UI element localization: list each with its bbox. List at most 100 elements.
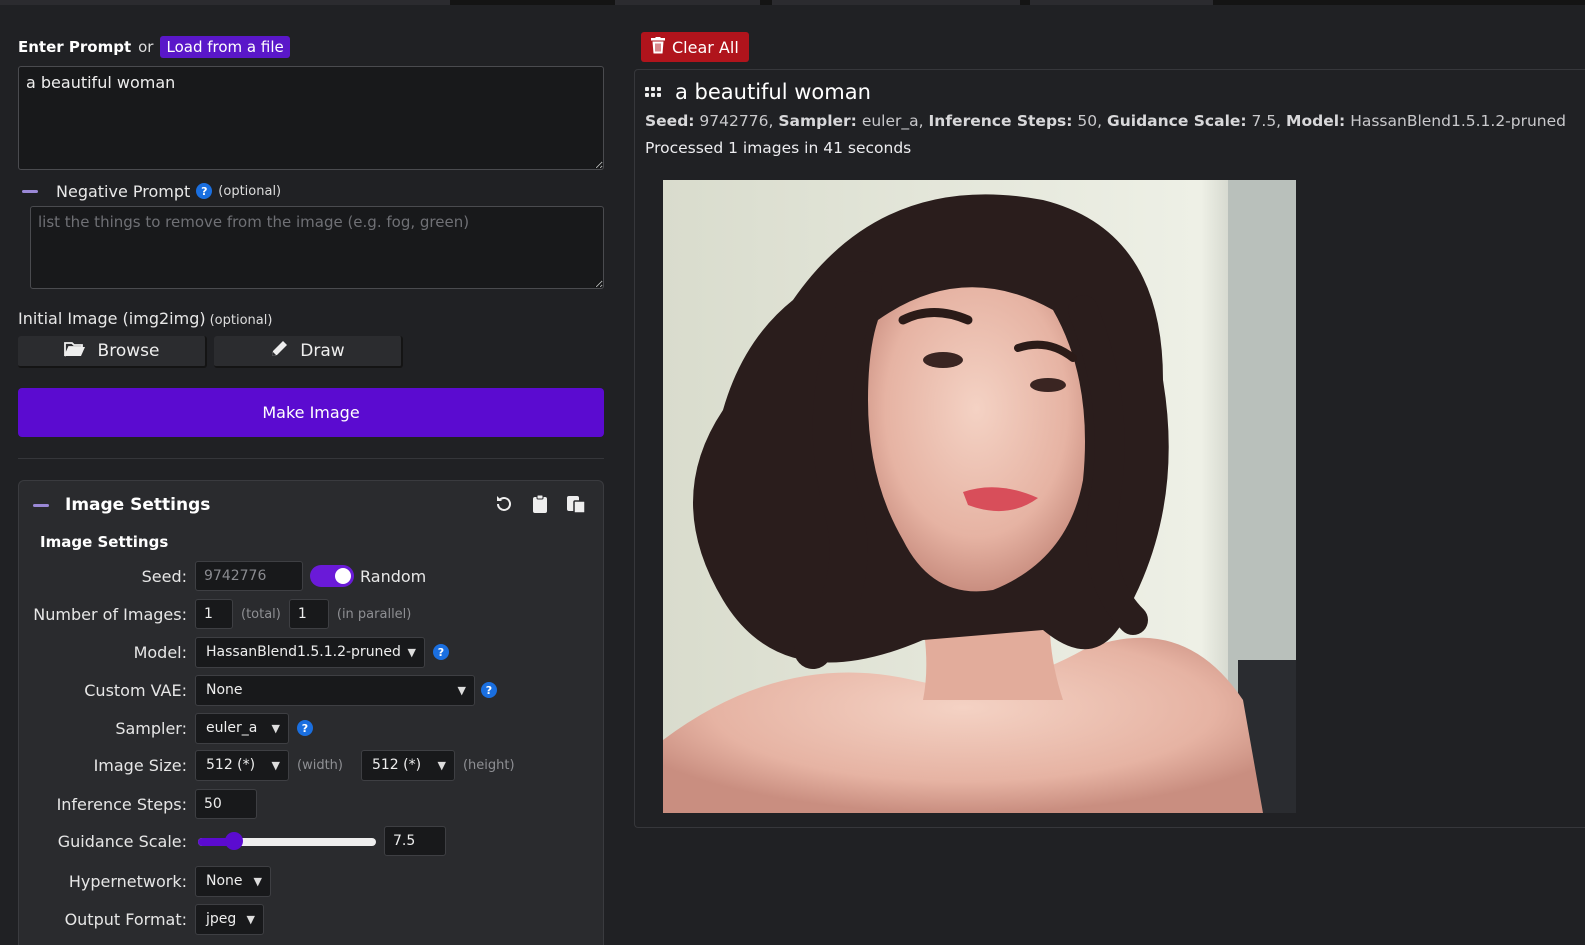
folder-open-icon [63,340,86,363]
num-images-parallel-input[interactable]: 1 [288,599,329,629]
image-settings-subheader: Image Settings [40,533,169,551]
output-format-select[interactable]: jpeg ▼ [195,903,264,935]
guidance-scale-slider[interactable] [198,832,376,850]
slider-thumb[interactable] [224,832,243,850]
result-title: a beautiful woman [675,80,871,104]
image-settings-panel: Image Settings Image Settings Seed: 9742… [18,480,604,945]
meta-sampler-label: Sampler: [778,112,857,130]
help-icon[interactable]: ? [297,720,313,736]
draw-label: Draw [300,341,345,361]
vae-value: None [206,682,243,698]
output-format-label: Output Format: [64,909,187,929]
initial-image-optional-note: (optional) [209,313,273,328]
hypernetwork-select[interactable]: None ▼ [195,865,271,897]
guidance-scale-label: Guidance Scale: [57,831,187,851]
collapse-icon [22,189,38,193]
seed-label: Seed: [141,566,187,586]
meta-guidance: 7.5, [1251,112,1282,130]
browse-label: Browse [97,341,160,361]
tab-strip-segment [615,0,760,5]
meta-steps-label: Inference Steps: [928,112,1073,130]
negative-prompt-label: Negative Prompt [56,181,191,201]
random-seed-toggle[interactable] [310,565,354,587]
output-format-row: Output Format: jpeg ▼ [19,903,599,935]
help-icon[interactable]: ? [196,183,213,199]
reset-icon[interactable] [493,493,515,515]
inference-steps-row: Inference Steps: 50 [19,789,599,819]
meta-seed-label: Seed: [645,112,695,130]
tab-strip-segment [0,0,450,5]
inference-steps-input[interactable]: 50 [195,789,257,819]
generated-image[interactable] [663,180,1296,813]
width-select[interactable]: 512 (*) ▼ [195,749,289,781]
top-tab-strip [0,0,1585,5]
editor-panel: Enter Prompt or Load from a file a beaut… [18,34,606,945]
model-label: Model: [133,642,187,662]
inference-steps-label: Inference Steps: [56,794,187,814]
divider [18,458,604,459]
negative-optional-note: (optional) [218,183,282,199]
processed-status: Processed 1 images in 41 seconds [645,139,912,157]
sampler-label: Sampler: [115,718,187,738]
image-settings-title: Image Settings [65,495,211,515]
meta-model: HassanBlend1.5.1.2-pruned [1350,112,1567,130]
browse-button[interactable]: Browse [18,336,207,368]
prompt-input[interactable]: a beautiful woman [18,66,604,170]
model-select[interactable]: HassanBlend1.5.1.2-pruned ▼ [195,636,425,668]
num-images-label: Number of Images: [33,604,187,624]
paste-icon[interactable] [565,493,587,515]
meta-model-label: Model: [1286,112,1346,130]
help-icon[interactable]: ? [481,682,497,698]
image-settings-toggle[interactable]: Image Settings [33,495,210,515]
grid-icon [645,87,661,97]
make-image-button[interactable]: Make Image [18,388,604,437]
seed-input[interactable]: 9742776 [195,561,303,591]
guidance-scale-input[interactable]: 7.5 [384,826,446,856]
chevron-down-icon: ▼ [271,721,280,735]
guidance-scale-row: Guidance Scale: 7.5 [19,826,599,856]
initial-image-label-row: Initial Image (img2img) (optional) [18,309,272,328]
chevron-down-icon: ▼ [457,683,466,697]
chevron-down-icon: ▼ [271,758,280,772]
collapse-icon [33,503,49,507]
sampler-select[interactable]: euler_a ▼ [195,712,289,744]
load-from-file-button[interactable]: Load from a file [160,36,290,58]
model-row: Model: HassanBlend1.5.1.2-pruned ▼ ? [19,636,599,668]
trash-icon [651,36,665,58]
negative-prompt-toggle[interactable]: Negative Prompt ? (optional) [18,180,281,202]
height-note: (height) [462,757,515,773]
result-meta: Seed: 9742776, Sampler: euler_a, Inferen… [645,112,1566,130]
seed-row: Seed: 9742776 Random [19,561,599,591]
output-format-value: jpeg [206,911,237,927]
height-select[interactable]: 512 (*) ▼ [360,749,455,781]
clipboard-icon[interactable] [529,493,551,515]
model-value: HassanBlend1.5.1.2-pruned [206,644,401,660]
vae-label: Custom VAE: [84,680,187,700]
tab-strip-segment [772,0,1020,5]
hypernetwork-label: Hypernetwork: [68,871,187,891]
vae-select[interactable]: None ▼ [195,674,475,706]
settings-toolbar [493,493,587,515]
chevron-down-icon: ▼ [407,645,416,659]
meta-seed: 9742776, [699,112,774,130]
clear-all-button[interactable]: Clear All [641,32,749,62]
image-size-label: Image Size: [93,755,187,775]
prompt-label: Enter Prompt [18,38,132,56]
result-card: a beautiful woman Seed: 9742776, Sampler… [634,69,1585,828]
clear-all-label: Clear All [672,37,739,57]
total-note: (total) [241,606,281,622]
draw-button[interactable]: Draw [214,336,403,368]
meta-guidance-label: Guidance Scale: [1107,112,1247,130]
num-images-total-input[interactable]: 1 [195,599,233,629]
hypernetwork-value: None [206,873,243,889]
tab-strip-segment [1030,0,1213,5]
negative-prompt-input[interactable] [30,206,604,289]
result-title-row[interactable]: a beautiful woman [645,80,871,104]
chevron-down-icon: ▼ [246,912,255,926]
help-icon[interactable]: ? [433,644,449,660]
meta-steps: 50, [1077,112,1103,130]
width-value: 512 (*) [206,757,256,773]
hypernetwork-row: Hypernetwork: None ▼ [19,865,599,897]
chevron-down-icon: ▼ [437,758,446,772]
height-value: 512 (*) [371,757,422,773]
